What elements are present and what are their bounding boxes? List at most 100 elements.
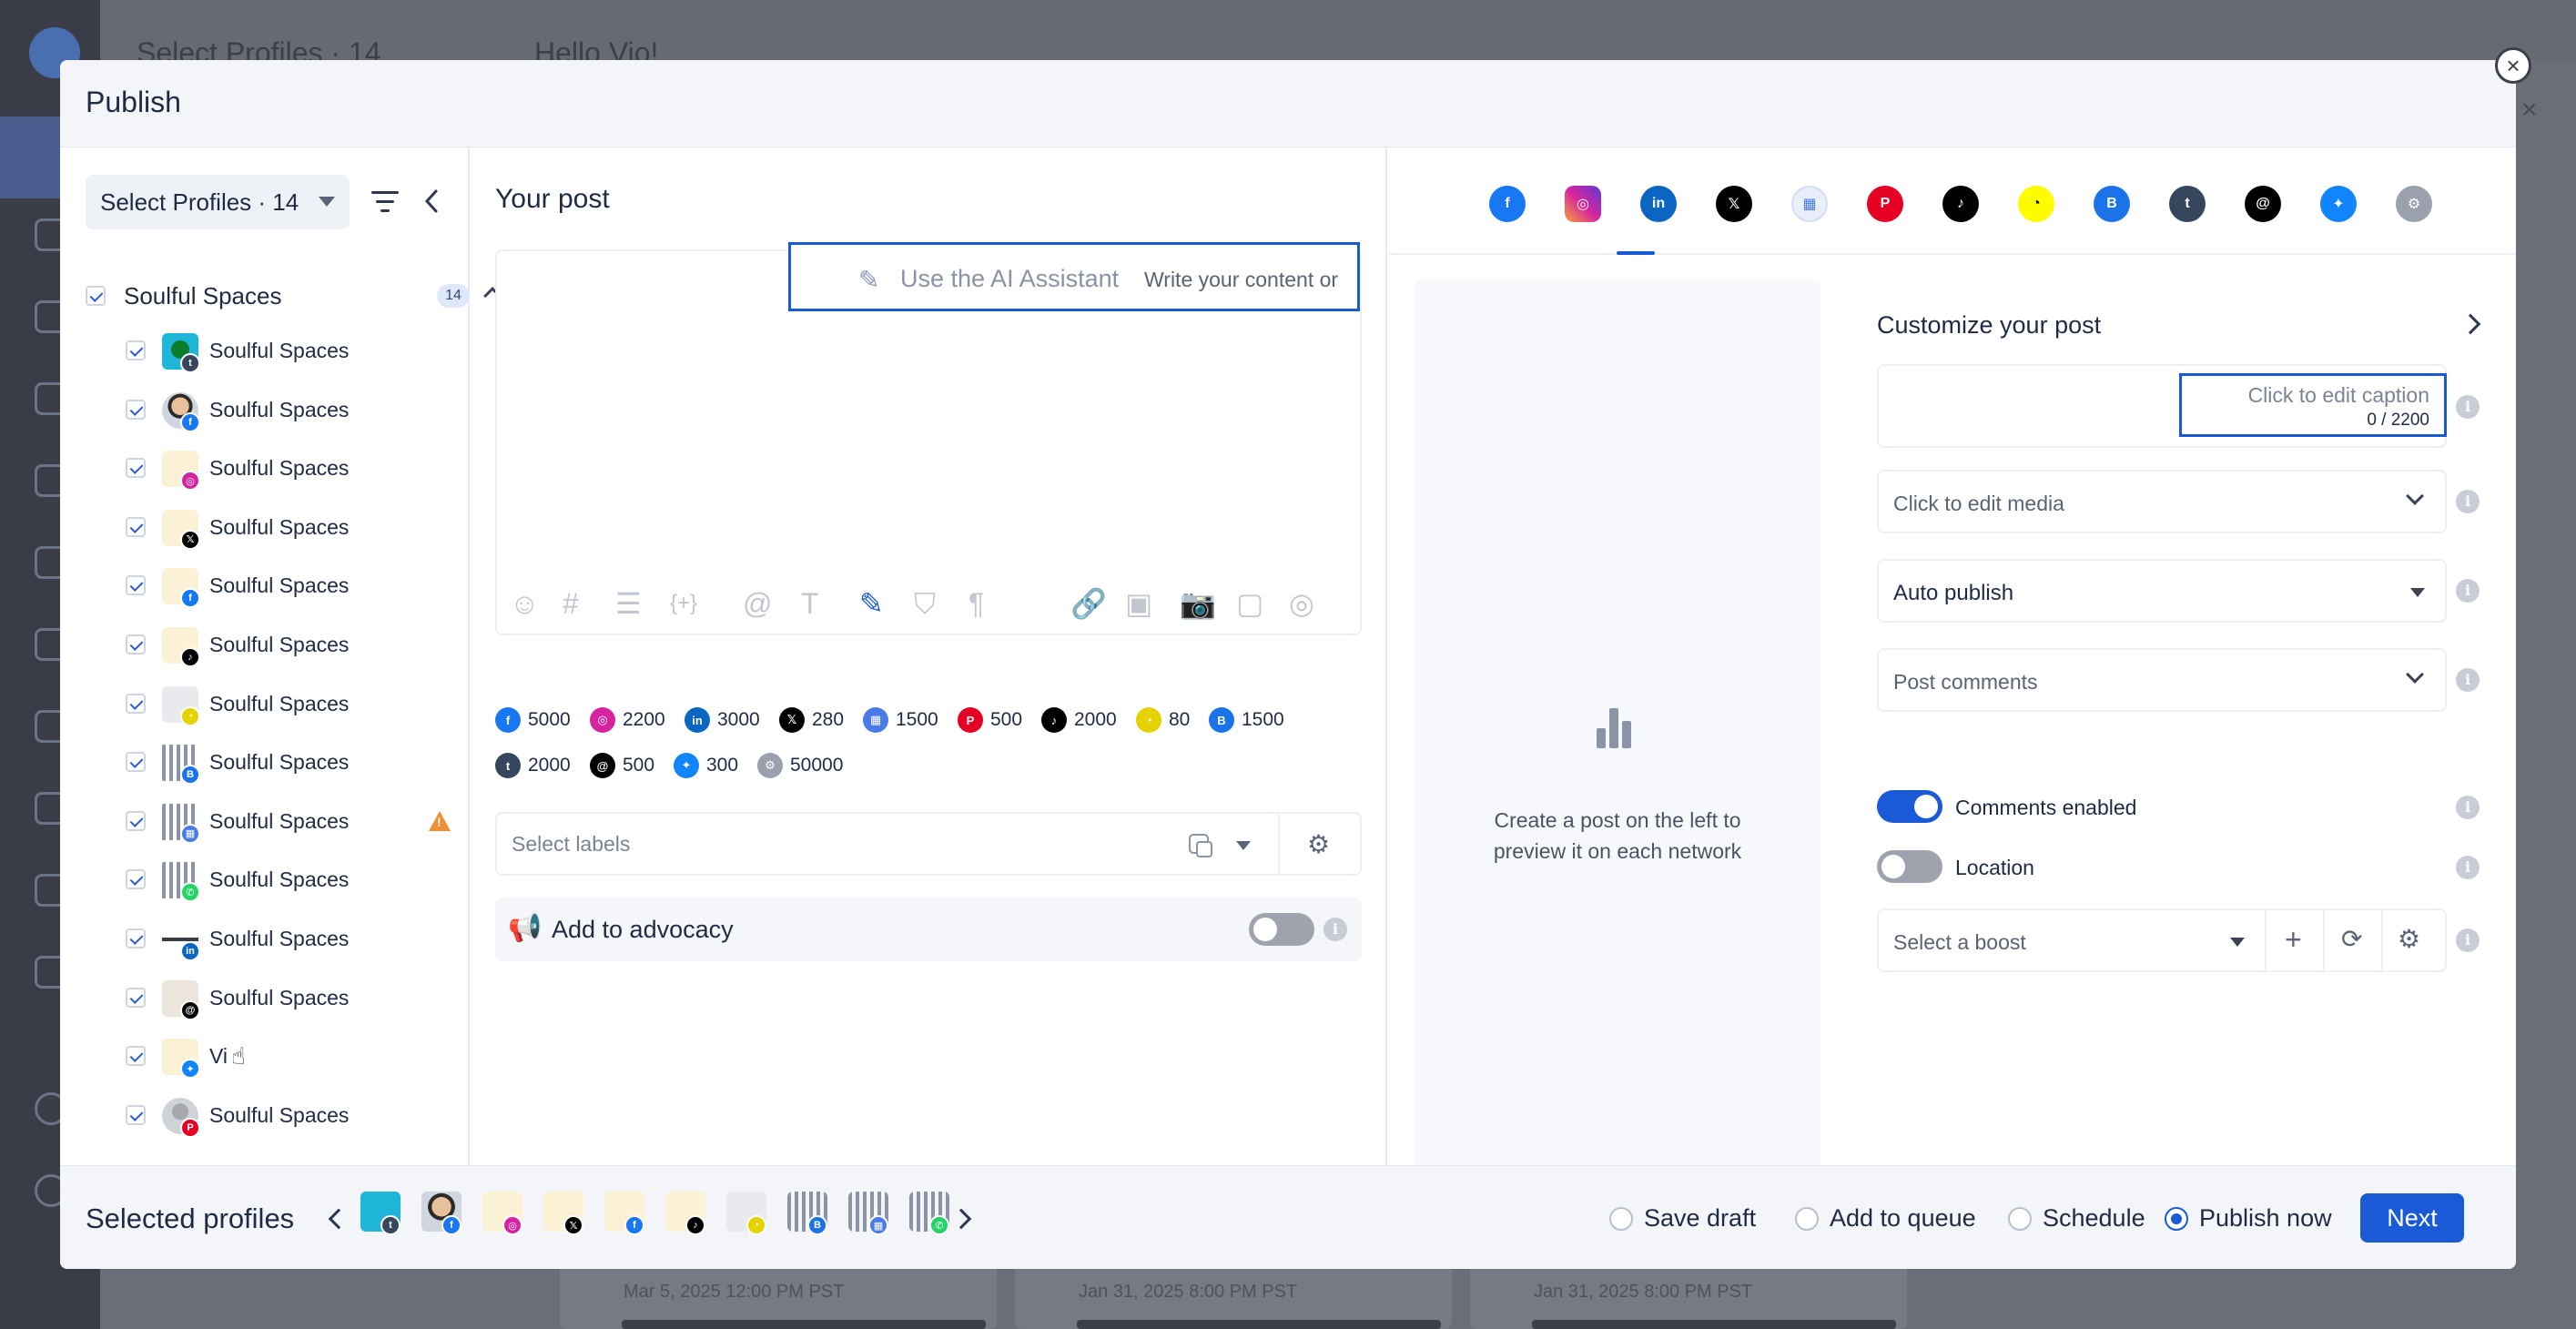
profile-row[interactable]: 𝕏 Soulful Spaces [60,499,470,557]
selected-profile-avatar[interactable]: ▦ [848,1192,888,1235]
caption-field[interactable]: Click to edit caption 0 / 2200 [1877,364,2447,448]
filter-icon[interactable] [371,191,399,213]
gear-icon[interactable]: ⚙ [1307,829,1330,859]
profile-checkbox[interactable] [126,458,146,479]
profile-checkbox[interactable] [126,399,146,420]
mention-icon[interactable]: @ [743,588,772,619]
selected-profile-avatar[interactable]: ◔ [726,1192,766,1235]
radio-button[interactable] [2008,1206,2032,1231]
profile-row[interactable]: ♪ Soulful Spaces [60,616,470,675]
paragraph-icon[interactable]: ¶ [969,588,984,619]
add-icon[interactable]: + [2285,923,2302,956]
collapse-panel-icon[interactable] [422,188,441,215]
camera-icon[interactable]: 📷 [1180,588,1216,619]
publish-option-add-to-queue[interactable]: Add to queue [1795,1204,1976,1233]
profile-checkbox[interactable] [126,340,146,360]
boost-select[interactable]: Select a boost + ⟳ ⚙ [1877,908,2447,972]
chevron-left-icon[interactable] [328,1208,350,1230]
info-icon[interactable]: i [1323,918,1347,941]
info-icon[interactable]: i [2456,395,2480,419]
modal-close-button[interactable]: × [2495,47,2531,84]
tab-google-business[interactable]: B [2094,186,2130,222]
chevron-right-icon[interactable] [2459,313,2481,335]
tab-pinterest[interactable]: P [1867,186,1903,222]
radio-button[interactable] [1795,1206,1819,1231]
text-block-icon[interactable]: ☰ [615,588,642,619]
info-icon[interactable]: i [2456,668,2480,692]
location-toggle[interactable] [1877,850,1942,883]
hashtag-icon[interactable]: # [563,588,579,619]
selected-profile-avatar[interactable]: f [604,1192,644,1235]
profile-row[interactable]: B Soulful Spaces [60,734,470,792]
shield-icon[interactable]: ⛉ [914,588,936,619]
post-editor[interactable]: ✎ Use the AI Assistant Write your conten… [495,242,1362,635]
selected-profile-avatar[interactable]: B [787,1192,827,1235]
radio-button[interactable] [1609,1206,1633,1231]
selected-profile-avatar[interactable]: f [421,1192,461,1235]
layers-icon[interactable]: ◎ [1289,588,1314,619]
profile-checkbox[interactable] [126,1104,146,1125]
profile-group[interactable]: Soulful Spaces 14 [86,273,502,319]
info-icon[interactable]: i [2456,490,2480,513]
info-icon[interactable]: i [2456,796,2480,819]
advocacy-toggle[interactable] [1249,913,1314,946]
tab-snapchat[interactable]: ◔ [2018,186,2054,222]
text-format-icon[interactable]: T [801,588,819,619]
group-checkbox[interactable] [86,286,106,306]
selected-profile-avatar[interactable]: ◎ [482,1192,522,1235]
media-field[interactable]: Click to edit media [1877,470,2447,533]
profile-row[interactable]: t Soulful Spaces [60,322,470,380]
profile-checkbox[interactable] [126,1046,146,1067]
profile-row[interactable]: @ Soulful Spaces [60,969,470,1028]
tab-tiktok[interactable]: ♪ [1942,186,1979,222]
profile-checkbox[interactable] [126,928,146,949]
selected-profile-avatar[interactable]: 𝕏 [543,1192,583,1235]
info-icon[interactable]: i [2456,856,2480,879]
tab-threads[interactable]: @ [2245,186,2281,222]
publish-option-save-draft[interactable]: Save draft [1609,1204,1756,1233]
profile-row[interactable]: ◎ Soulful Spaces [60,440,470,498]
caption-edit-box[interactable]: Click to edit caption 0 / 2200 [2179,373,2447,437]
tab-x[interactable]: 𝕏 [1716,186,1752,222]
copy-icon[interactable] [1189,834,1212,857]
emoji-icon[interactable]: ☺ [510,588,540,619]
publish-mode-select[interactable]: Auto publish [1877,559,2447,623]
profile-checkbox[interactable] [126,634,146,654]
comments-enabled-toggle[interactable] [1877,790,1942,823]
profile-checkbox[interactable] [126,752,146,773]
profile-row[interactable]: P Soulful Spaces [60,1087,470,1145]
selected-profile-avatar[interactable]: t [360,1192,401,1235]
labels-select[interactable]: Select labels ⚙ [495,812,1362,876]
info-icon[interactable]: i [2456,928,2480,952]
publish-option-schedule[interactable]: Schedule [2008,1204,2145,1233]
chevron-right-icon[interactable] [950,1208,972,1230]
profile-row[interactable]: f Soulful Spaces [60,381,470,440]
document-icon[interactable]: ▢ [1236,588,1263,619]
profile-checkbox[interactable] [126,693,146,714]
gear-icon[interactable]: ⚙ [2398,923,2420,956]
publish-option-publish-now[interactable]: Publish now [2165,1204,2332,1233]
ai-wand-icon[interactable]: ✎ [859,588,884,619]
info-icon[interactable]: i [2456,579,2480,603]
profile-row[interactable]: ◔ Soulful Spaces [60,675,470,734]
gif-icon[interactable]: ▣ [1125,588,1152,619]
profile-row[interactable]: in Soulful Spaces [60,910,470,969]
tab-instagram[interactable]: ◎ [1565,186,1601,222]
caret-down-icon[interactable] [1236,841,1251,850]
tab-google-mybusiness[interactable]: ▦ [1791,186,1828,222]
variable-icon[interactable]: {+} [670,588,697,619]
profile-checkbox[interactable] [126,869,146,890]
profile-row[interactable]: ✦ Vi ☝ [60,1028,470,1086]
link-icon[interactable]: 🔗 [1070,588,1107,619]
next-button[interactable]: Next [2360,1193,2464,1243]
selected-profile-avatar[interactable]: ♪ [665,1192,705,1235]
profile-row[interactable]: f Soulful Spaces [60,557,470,615]
profile-checkbox[interactable] [126,987,146,1008]
profile-checkbox[interactable] [126,575,146,596]
tab-tumblr[interactable]: t [2169,186,2206,222]
ai-assistant-box[interactable]: ✎ Use the AI Assistant Write your conten… [788,242,1360,311]
tab-linkedin[interactable]: in [1640,186,1677,222]
tab-facebook[interactable]: f [1489,186,1526,222]
profile-row[interactable]: ✆ Soulful Spaces [60,851,470,909]
tab-other[interactable]: ⚙ [2396,186,2432,222]
